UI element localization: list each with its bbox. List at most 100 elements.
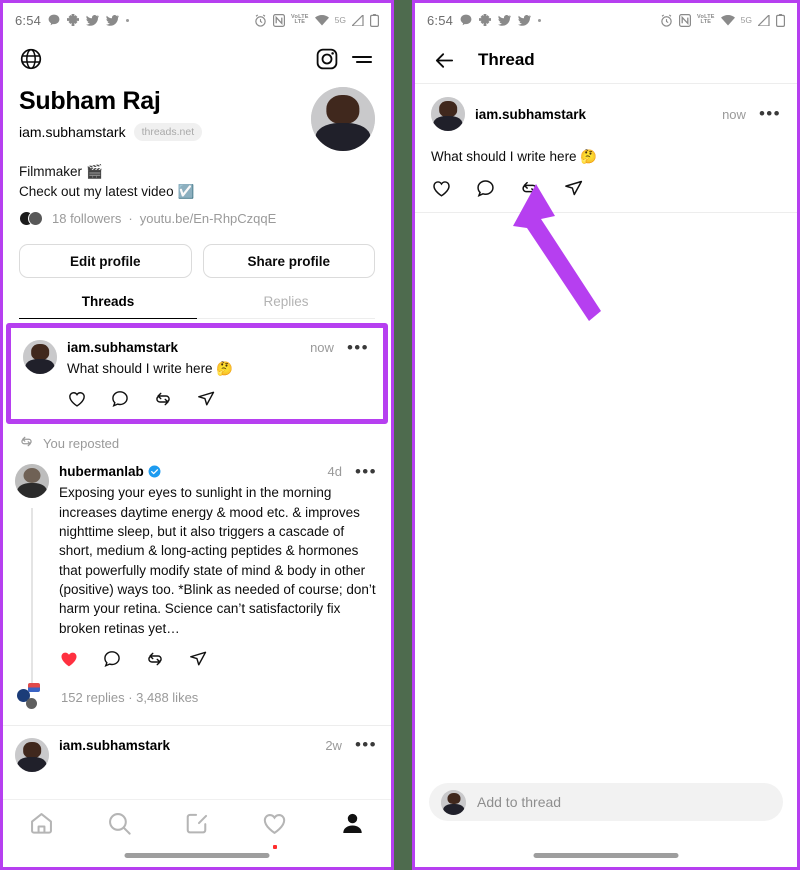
comment-icon[interactable]: [475, 178, 496, 199]
share-icon[interactable]: [563, 178, 584, 199]
alarm-icon: [660, 13, 673, 27]
wifi-icon: [314, 14, 329, 26]
thinking-face-emoji-icon: 🤔: [580, 149, 598, 164]
post-username[interactable]: hubermanlab: [59, 464, 144, 479]
globe-icon[interactable]: [19, 47, 43, 71]
post-highlighted[interactable]: iam.subhamstark now ••• What should I wr…: [11, 328, 383, 419]
nav-compose-button[interactable]: [158, 810, 236, 842]
threads-icon: [460, 14, 472, 26]
post-username[interactable]: iam.subhamstark: [59, 738, 170, 753]
like-icon[interactable]: [59, 649, 79, 669]
comment-icon[interactable]: [102, 649, 122, 669]
more-options-icon[interactable]: •••: [759, 105, 781, 122]
repost-icon[interactable]: [519, 178, 540, 199]
profile-buttons: Edit profile Share profile: [19, 244, 375, 279]
thread-post-content: What should I write here 🤔: [415, 147, 797, 212]
domain-badge: threads.net: [133, 122, 203, 141]
bottom-navigation-bar: [3, 799, 391, 867]
status-time: 6:54: [15, 12, 42, 28]
avatar[interactable]: [311, 87, 375, 151]
battery-icon: [776, 13, 785, 27]
status-bar-right-group: VoLTE LTE 5G: [254, 13, 379, 27]
post-actions: [431, 178, 781, 212]
followers-row[interactable]: 18 followers · youtu.be/En-RhpCzqqE: [19, 210, 375, 227]
5g-icon: 5G: [740, 15, 752, 25]
like-icon[interactable]: [67, 389, 87, 409]
post-timestamp: 4d: [327, 464, 342, 480]
bio-line-2: Check out my latest video ☑️: [19, 182, 375, 202]
post-actions: [59, 649, 377, 669]
like-icon[interactable]: [431, 178, 452, 199]
repost-icon[interactable]: [145, 649, 165, 669]
profile-bio: Filmmaker 🎬 Check out my latest video ☑️: [19, 162, 375, 201]
profile-link[interactable]: youtu.be/En-RhpCzqqE: [140, 211, 277, 226]
search-icon: [106, 810, 133, 842]
post-older[interactable]: iam.subhamstark 2w •••: [3, 726, 391, 772]
screenshot-stage: 6:54 VoLTE LTE 5G Subham Raj iam.subhams…: [0, 0, 800, 870]
repost-label-row: You reposted: [3, 424, 391, 452]
tab-replies[interactable]: Replies: [197, 294, 375, 320]
wifi-icon: [720, 14, 735, 26]
post-meta-row[interactable]: 152 replies · 3,488 likes: [3, 679, 391, 725]
avatar[interactable]: [431, 97, 465, 131]
comment-icon[interactable]: [110, 389, 130, 409]
repost-icon[interactable]: [153, 389, 173, 409]
instagram-icon[interactable]: [315, 47, 339, 71]
profile-top-row: Subham Raj iam.subhamstark threads.net: [19, 87, 375, 151]
twitter-bird-icon: [518, 14, 532, 26]
page-title: Subham Raj: [19, 87, 161, 115]
post-timestamp: 2w: [325, 737, 342, 753]
bio-line-1-text: Filmmaker: [19, 164, 82, 179]
threads-icon: [48, 14, 60, 26]
post-text: Exposing your eyes to sunlight in the mo…: [59, 485, 376, 636]
hamburger-menu-icon[interactable]: [349, 47, 375, 71]
post-reposted[interactable]: hubermanlab 4d ••• Exposing your eyes to…: [3, 452, 391, 685]
post-header: iam.subhamstark 2w •••: [59, 736, 377, 753]
thread-root-post[interactable]: iam.subhamstark now •••: [415, 84, 797, 143]
avatar[interactable]: [23, 340, 57, 375]
post-body: iam.subhamstark now •••: [475, 97, 781, 131]
back-arrow-icon[interactable]: [433, 49, 456, 72]
post-actions: [67, 389, 369, 409]
dot-icon: [538, 18, 542, 22]
edit-profile-button[interactable]: Edit profile: [19, 244, 192, 279]
tab-threads[interactable]: Threads: [19, 294, 197, 320]
nfc-icon: [679, 13, 692, 27]
volte-bottom-text: LTE: [700, 19, 712, 25]
status-bar-left-group: 6:54: [427, 12, 542, 28]
more-options-icon[interactable]: •••: [355, 736, 377, 753]
highlight-annotation-box: iam.subhamstark now ••• What should I wr…: [6, 323, 388, 425]
volte-icon: VoLTE LTE: [291, 14, 309, 26]
right-phone-panel: 6:54 VoLTE LTE 5G Thread iam.subhamstark…: [412, 0, 800, 870]
composer-placeholder: Add to thread: [477, 794, 562, 810]
nav-profile-button[interactable]: [313, 810, 391, 842]
share-profile-button[interactable]: Share profile: [202, 244, 375, 279]
threads-app-header: [3, 37, 391, 81]
profile-icon: [339, 810, 366, 842]
more-options-icon[interactable]: •••: [347, 339, 369, 356]
volte-bottom-text: LTE: [294, 19, 306, 25]
alarm-icon: [254, 13, 267, 27]
thinking-face-emoji-icon: 🤔: [216, 361, 234, 377]
post-username[interactable]: iam.subhamstark: [475, 107, 586, 122]
post-header: hubermanlab 4d •••: [59, 463, 377, 480]
nav-activity-button[interactable]: [236, 810, 314, 849]
share-icon[interactable]: [196, 389, 216, 409]
post-text-content: What should I write here: [431, 149, 577, 164]
nav-home-button[interactable]: [3, 810, 81, 842]
share-icon[interactable]: [188, 649, 208, 669]
home-indicator: [533, 853, 679, 858]
nav-search-button[interactable]: [81, 810, 159, 842]
twitter-bird-icon: [106, 14, 120, 26]
status-time: 6:54: [427, 12, 454, 28]
avatar[interactable]: [15, 737, 49, 772]
left-phone-panel: 6:54 VoLTE LTE 5G Subham Raj iam.subhams…: [0, 0, 394, 870]
app-plus-icon: [479, 14, 492, 26]
status-bar-left: 6:54 VoLTE LTE 5G: [3, 3, 391, 37]
thread-connector-line: [31, 508, 33, 685]
more-options-icon[interactable]: •••: [355, 463, 377, 480]
profile-section: Subham Raj iam.subhamstark threads.net F…: [3, 81, 391, 320]
avatar[interactable]: [15, 464, 49, 499]
add-to-thread-composer[interactable]: Add to thread: [429, 783, 783, 821]
post-username[interactable]: iam.subhamstark: [67, 340, 178, 355]
